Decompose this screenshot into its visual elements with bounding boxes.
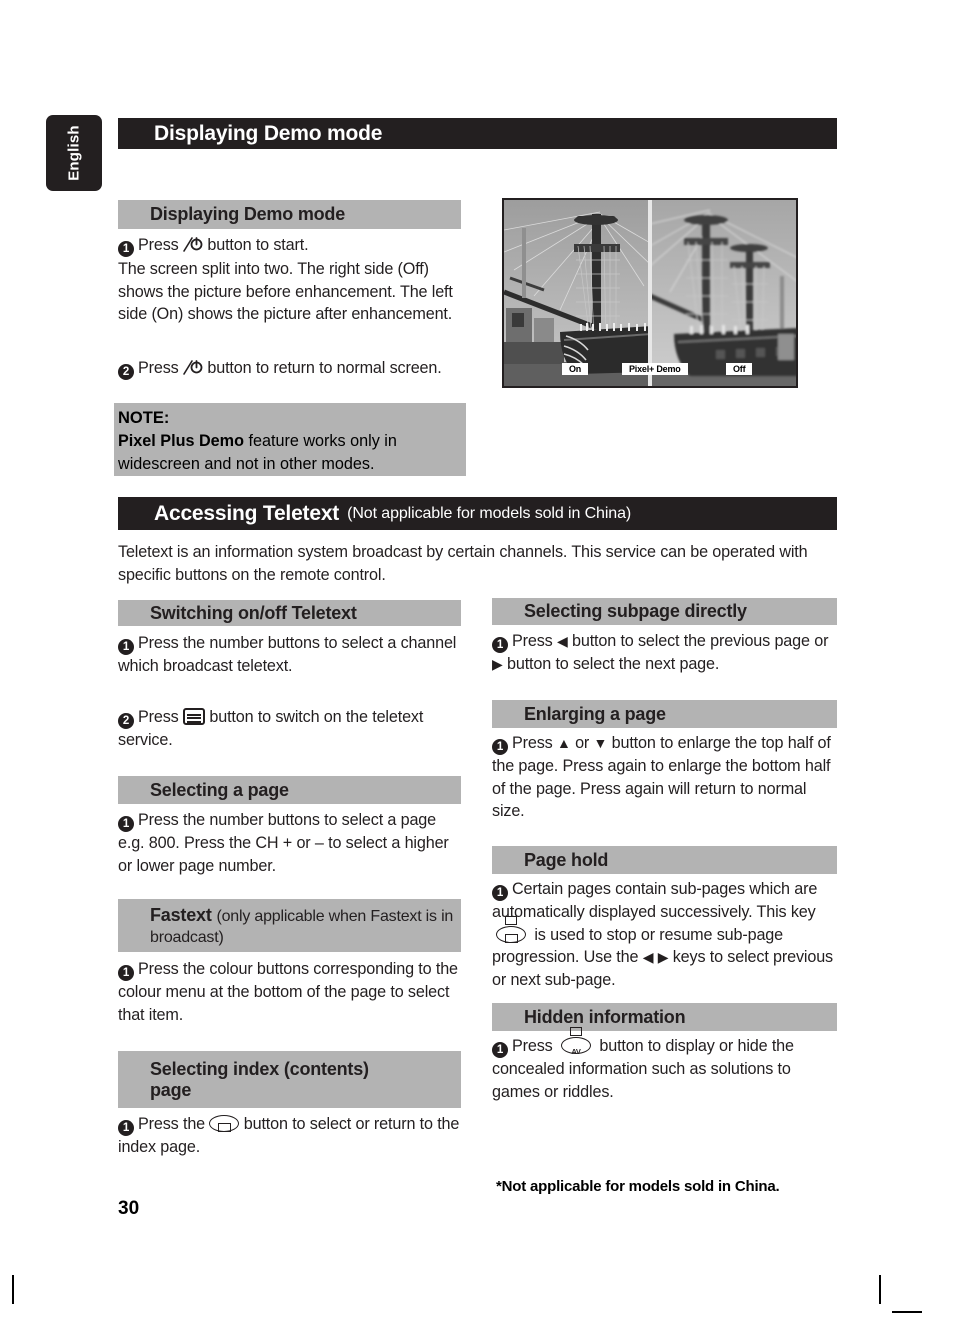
selecting-page-step-1-text: Press the number buttons to select a pag… — [118, 811, 449, 875]
crop-mark-right — [879, 1275, 881, 1304]
manual-page: English Displaying Demo mode Displaying … — [0, 0, 954, 1318]
heading-fastext: Fastext (only applicable when Fastext is… — [118, 899, 461, 952]
language-tab-label: English — [65, 125, 83, 181]
heading-selecting-index-page-line2: page — [150, 1079, 192, 1100]
index-step-1: 1 Press the button to select or return to… — [118, 1113, 468, 1159]
fastext-step-1-text: Press the colour buttons corresponding t… — [118, 960, 458, 1024]
heading-displaying-demo-mode: Displaying Demo mode — [118, 200, 461, 229]
section-bar-teletext-subtitle: (Not applicable for models sold in China… — [347, 504, 632, 522]
index-step-1-pre: Press the — [138, 1115, 206, 1133]
hidden-step-1: 1 Press AV button to display or hide the … — [492, 1027, 842, 1103]
photo-split-divider — [648, 200, 652, 386]
demo-mode-screenshot: On Pixel+ Demo Off — [502, 198, 798, 388]
arrow-up-icon: ▲ — [557, 735, 571, 751]
demo-step-1-pre: Press — [138, 236, 179, 254]
arrow-left-icon: ◀ — [557, 633, 568, 649]
bullet-number-1: 1 — [492, 1042, 508, 1058]
fastext-step-1: 1 Press the colour buttons corresponding … — [118, 958, 468, 1026]
note-text-bold: Pixel Plus Demo — [118, 432, 244, 450]
bullet-number-1: 1 — [118, 241, 134, 257]
switching-step-2-pre: Press — [138, 708, 179, 726]
language-tab: English — [46, 115, 102, 191]
note-title: NOTE: — [118, 409, 170, 427]
switching-step-2: 2 Press button to switch on the teletext … — [118, 706, 464, 752]
demo-step-1-body: The screen split into two. The right sid… — [118, 260, 453, 323]
bullet-number-1: 1 — [492, 637, 508, 653]
crop-mark-left — [12, 1275, 14, 1304]
section-bar-teletext-title: Accessing Teletext — [154, 501, 340, 525]
heading-selecting-subpage-directly: Selecting subpage directly — [492, 598, 837, 625]
footnote: *Not applicable for models sold in China… — [496, 1178, 780, 1195]
power-icon — [183, 359, 203, 376]
osd-label-off: Off — [726, 363, 753, 375]
subpage-step-1-a: Press — [512, 632, 553, 650]
subpage-step-1-b: button to select the previous page or — [571, 632, 829, 650]
av-key-label: AV — [571, 1047, 581, 1056]
demo-step-1-post: button to start. — [207, 236, 309, 254]
av-key-cap-icon — [570, 1027, 582, 1036]
page-number: 30 — [118, 1198, 140, 1219]
note-text: Pixel Plus Demo feature works only in wi… — [118, 430, 456, 476]
note-box: NOTE: Pixel Plus Demo feature works only… — [114, 403, 466, 476]
bullet-number-1: 1 — [118, 965, 134, 981]
enlarging-step-1-a: Press — [512, 734, 553, 752]
pagehold-step-1-a: Certain pages contain sub-pages which ar… — [492, 880, 818, 921]
heading-fastext-label: Fastext — [150, 904, 212, 925]
osd-label-center: Pixel+ Demo — [622, 363, 688, 375]
heading-hidden-information-label: Hidden information — [524, 1006, 686, 1027]
bullet-number-1: 1 — [118, 816, 134, 832]
heading-selecting-index-page-line1: Selecting index (contents) — [150, 1058, 369, 1079]
arrow-right-icon: ▶ — [492, 656, 503, 672]
heading-enlarging-a-page: Enlarging a page — [492, 700, 837, 728]
page-hold-key-icon — [496, 915, 526, 943]
switching-step-1-text: Press the number buttons to select a cha… — [118, 634, 457, 675]
demo-step-1: 1 Press button to start. The screen split… — [118, 234, 464, 326]
crop-mark-bottom — [892, 1311, 922, 1313]
photo-half-on — [504, 200, 650, 386]
switching-step-1: 1 Press the number buttons to select a ch… — [118, 632, 464, 678]
heading-selecting-a-page-label: Selecting a page — [150, 779, 289, 800]
bullet-number-1: 1 — [492, 739, 508, 755]
hidden-step-1-pre: Press — [512, 1037, 553, 1055]
selecting-page-step-1: 1 Press the number buttons to select a pa… — [118, 809, 466, 877]
heading-selecting-subpage-directly-label: Selecting subpage directly — [524, 601, 747, 621]
arrow-right-icon: ▶ — [657, 949, 669, 965]
heading-page-hold: Page hold — [492, 846, 837, 874]
heading-displaying-demo-mode-label: Displaying Demo mode — [150, 204, 346, 224]
section-bar-demo-title: Displaying Demo mode — [154, 121, 383, 145]
section-bar-demo-mode: Displaying Demo mode — [118, 118, 837, 149]
arrow-down-icon: ▼ — [593, 735, 608, 751]
section-bar-accessing-teletext: Accessing Teletext (Not applicable for m… — [118, 497, 837, 530]
heading-selecting-index-page: Selecting index (contents) page — [118, 1051, 461, 1108]
subpage-step-1-c: button to select the next page. — [506, 655, 720, 673]
heading-selecting-a-page: Selecting a page — [118, 776, 461, 804]
pagehold-step-1: 1 Certain pages contain sub-pages which a… — [492, 878, 842, 991]
bullet-number-2: 2 — [118, 364, 134, 380]
demo-step-2-pre: Press — [138, 359, 179, 377]
bullet-number-1: 1 — [118, 639, 134, 655]
heading-switching-onoff-teletext-label: Switching on/off Teletext — [150, 602, 357, 623]
arrow-left-icon: ◀ — [642, 949, 654, 965]
demo-step-2-post: button to return to normal screen. — [207, 359, 442, 377]
av-key-icon: AV — [561, 1027, 591, 1056]
bullet-number-1: 1 — [492, 885, 508, 901]
heading-switching-onoff-teletext: Switching on/off Teletext — [118, 600, 461, 626]
page-hold-key-cap-icon — [505, 915, 517, 925]
heading-page-hold-label: Page hold — [524, 849, 609, 870]
photo-half-off — [650, 200, 796, 386]
teletext-list-icon — [183, 708, 205, 725]
bullet-number-1: 1 — [118, 1120, 134, 1136]
teletext-intro: Teletext is an information system broadc… — [118, 543, 808, 584]
power-icon — [183, 236, 203, 253]
osd-label-on: On — [562, 363, 589, 375]
bullet-number-2: 2 — [118, 713, 134, 729]
heading-enlarging-a-page-label: Enlarging a page — [524, 703, 666, 724]
subpage-step-1: 1 Press ◀ button to select the previous p… — [492, 630, 842, 676]
heading-fastext-row: Fastext (only applicable when Fastext is… — [150, 905, 461, 947]
heading-hidden-information: Hidden information — [492, 1003, 837, 1031]
enlarging-step-1-or: or — [575, 734, 590, 752]
demo-step-2: 2 Press button to return to normal screen… — [118, 357, 464, 380]
enlarging-step-1: 1 Press ▲ or ▼ button to enlarge the top … — [492, 732, 842, 823]
index-page-key-icon — [209, 1115, 240, 1132]
